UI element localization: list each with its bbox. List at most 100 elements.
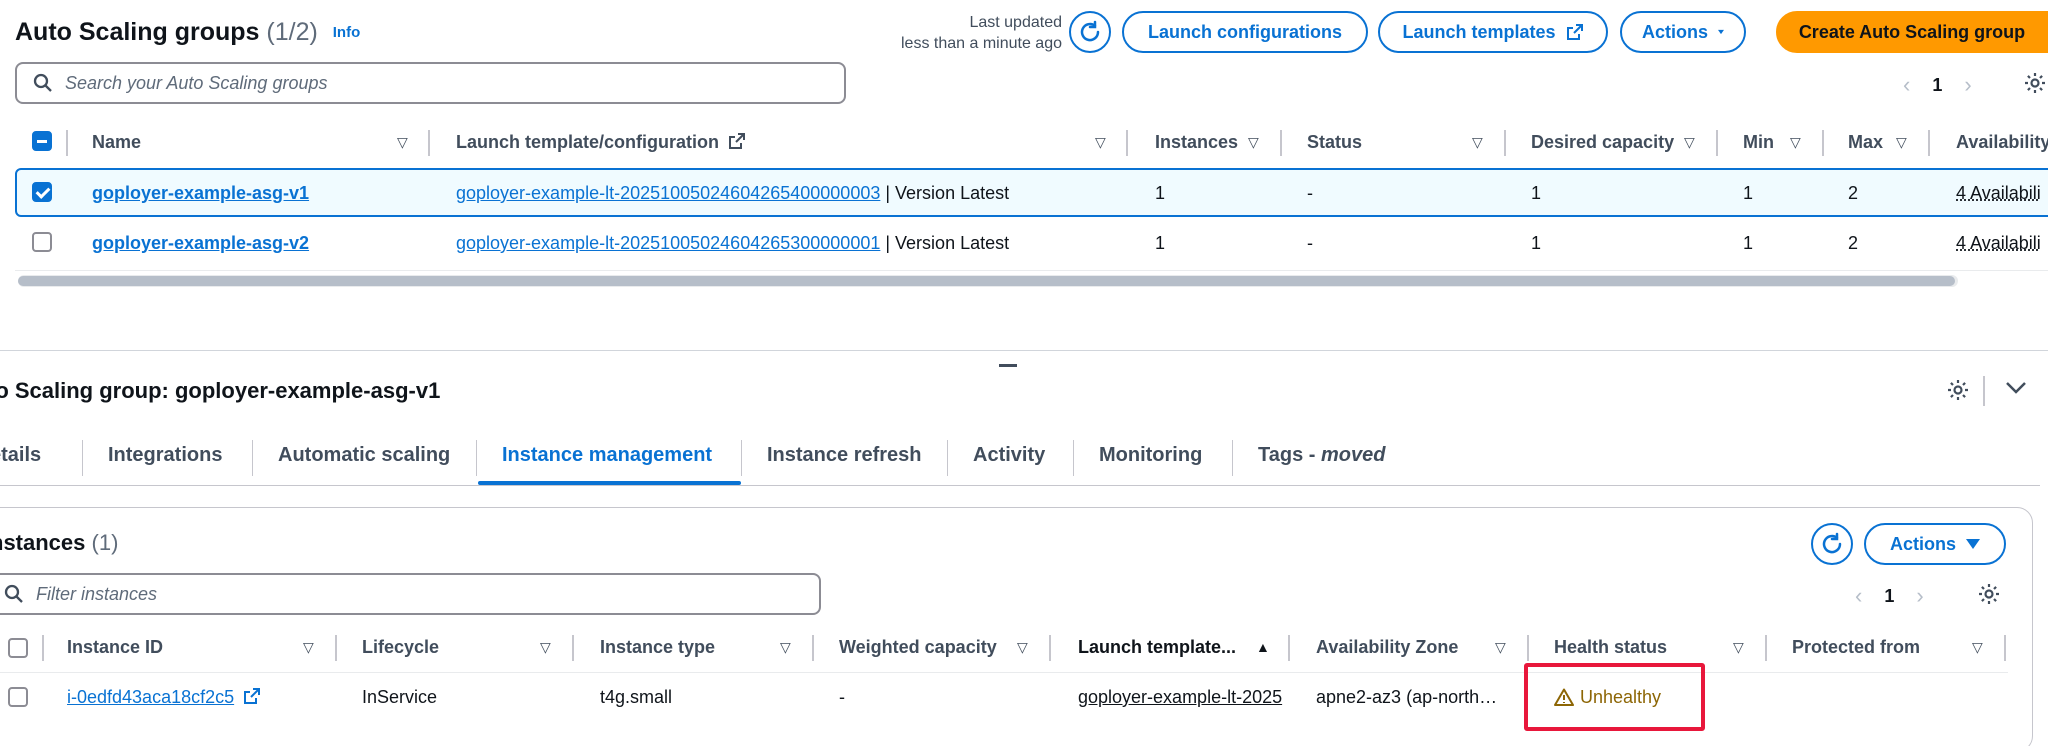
collapse-pane-button[interactable] bbox=[2005, 380, 2027, 401]
col-health-status[interactable]: Health status bbox=[1554, 637, 1667, 658]
asg-search-input[interactable] bbox=[65, 72, 795, 94]
refresh-button[interactable] bbox=[1069, 11, 1111, 53]
column-divider bbox=[572, 635, 574, 661]
select-all-checkbox[interactable] bbox=[8, 638, 28, 658]
column-divider bbox=[66, 130, 68, 156]
resize-handle[interactable] bbox=[999, 364, 1017, 367]
launch-templates-label: Launch templates bbox=[1402, 21, 1556, 42]
launch-template-link[interactable]: goployer-example-lt-20251005024604265300… bbox=[456, 233, 880, 253]
col-availability-zone[interactable]: Availability Zone bbox=[1316, 637, 1458, 658]
sort-icon[interactable]: ▽ bbox=[303, 639, 314, 656]
col-weighted-capacity[interactable]: Weighted capacity bbox=[839, 637, 997, 658]
external-link-icon bbox=[729, 133, 746, 149]
split-pane-border bbox=[0, 350, 2048, 351]
tab-divider bbox=[741, 440, 742, 476]
next-page-icon[interactable]: › bbox=[1916, 583, 1923, 609]
sort-icon[interactable]: ▽ bbox=[1733, 639, 1744, 656]
min-cell: 1 bbox=[1743, 233, 1754, 253]
actions-button[interactable]: Actions bbox=[1620, 11, 1746, 53]
instances-table-settings-button[interactable] bbox=[1977, 582, 2001, 611]
col-protected-from[interactable]: Protected from bbox=[1792, 637, 1920, 658]
instances-cell: 1 bbox=[1155, 233, 1166, 253]
instances-actions-button[interactable]: Actions bbox=[1864, 523, 2006, 565]
prev-page-icon[interactable]: ‹ bbox=[1903, 72, 1910, 98]
last-updated-value: less than a minute ago bbox=[901, 35, 1062, 52]
instances-filter bbox=[0, 573, 821, 615]
desired-capacity-cell: 1 bbox=[1531, 183, 1542, 203]
col-min[interactable]: Min bbox=[1743, 132, 1774, 153]
col-instance-type[interactable]: Instance type bbox=[600, 637, 715, 658]
sort-icon[interactable]: ▽ bbox=[540, 639, 551, 656]
col-availability[interactable]: Availability bbox=[1956, 132, 2048, 153]
col-launch-template[interactable]: Launch template/configuration bbox=[456, 132, 746, 153]
asg-table-settings-button[interactable] bbox=[2023, 71, 2047, 100]
prev-page-icon[interactable]: ‹ bbox=[1855, 583, 1862, 609]
asg-name-link[interactable]: goployer-example-asg-v1 bbox=[92, 183, 309, 204]
sort-icon[interactable]: ▽ bbox=[1495, 639, 1506, 656]
col-name[interactable]: Name bbox=[92, 132, 141, 153]
tab-automatic-scaling[interactable]: Automatic scaling bbox=[278, 444, 450, 467]
instances-container bbox=[0, 507, 2033, 746]
sort-icon[interactable]: ▽ bbox=[1972, 639, 1983, 656]
sort-icon[interactable]: ▽ bbox=[1472, 134, 1483, 151]
details-settings-button[interactable] bbox=[1946, 378, 1970, 407]
asg-pagination: ‹ 1 › bbox=[1903, 72, 1972, 98]
col-max[interactable]: Max bbox=[1848, 132, 1883, 153]
availability-cell[interactable]: 4 Availabili bbox=[1956, 183, 2041, 204]
create-asg-button[interactable]: Create Auto Scaling group bbox=[1776, 11, 2048, 53]
last-updated: Last updated less than a minute ago bbox=[901, 12, 1062, 54]
launch-template-link[interactable]: goployer-example-lt-20251005024604265400… bbox=[456, 183, 880, 203]
col-launch-template[interactable]: Launch template... bbox=[1078, 637, 1236, 658]
column-divider bbox=[1527, 635, 1529, 661]
asg-name-link[interactable]: goployer-example-asg-v2 bbox=[92, 233, 309, 254]
row-checkbox[interactable] bbox=[32, 182, 52, 202]
row-checkbox[interactable] bbox=[8, 687, 28, 707]
instances-filter-input[interactable] bbox=[36, 583, 770, 605]
next-page-icon[interactable]: › bbox=[1964, 72, 1971, 98]
select-all-checkbox[interactable] bbox=[32, 131, 52, 151]
launch-templates-button[interactable]: Launch templates bbox=[1378, 11, 1608, 53]
sort-icon[interactable]: ▽ bbox=[1017, 639, 1028, 656]
instances-pagination: ‹ 1 › bbox=[1855, 583, 1924, 609]
tab-monitoring[interactable]: Monitoring bbox=[1099, 444, 1202, 467]
availability-cell[interactable]: 4 Availabili bbox=[1956, 233, 2041, 254]
desired-capacity-cell: 1 bbox=[1531, 233, 1542, 253]
tab-tags[interactable]: Tags - moved bbox=[1258, 444, 1385, 467]
col-desired-capacity[interactable]: Desired capacity bbox=[1531, 132, 1674, 153]
sort-icon[interactable]: ▽ bbox=[397, 134, 408, 151]
highlight-box bbox=[1524, 663, 1705, 731]
launch-template-cell: goployer-example-lt-20251005024604265400… bbox=[456, 183, 1009, 204]
lifecycle-cell: InService bbox=[362, 687, 438, 707]
instance-id-link[interactable]: i-0edfd43aca18cf2c5 bbox=[67, 687, 234, 707]
row-checkbox[interactable] bbox=[32, 232, 52, 252]
sort-icon[interactable]: ▽ bbox=[1896, 134, 1907, 151]
instances-count: (1) bbox=[91, 530, 119, 555]
gear-icon bbox=[2025, 73, 2045, 93]
tab-details[interactable]: etails bbox=[0, 444, 41, 467]
launch-template-link[interactable]: goployer-example-lt-2025 bbox=[1078, 687, 1290, 708]
tab-instance-management[interactable]: Instance management bbox=[502, 444, 712, 467]
launch-configurations-button[interactable]: Launch configurations bbox=[1122, 11, 1368, 53]
sort-icon[interactable]: ▽ bbox=[1248, 134, 1259, 151]
current-page[interactable]: 1 bbox=[1884, 586, 1894, 607]
instances-refresh-button[interactable] bbox=[1811, 523, 1853, 565]
column-divider bbox=[1280, 130, 1282, 156]
tab-integrations[interactable]: Integrations bbox=[108, 444, 222, 467]
tab-activity[interactable]: Activity bbox=[973, 444, 1045, 467]
sort-icon[interactable]: ▽ bbox=[1684, 134, 1695, 151]
col-instances[interactable]: Instances bbox=[1155, 132, 1238, 153]
col-status[interactable]: Status bbox=[1307, 132, 1362, 153]
caret-down-icon bbox=[1966, 539, 1980, 549]
column-divider bbox=[1288, 635, 1290, 661]
col-instance-id[interactable]: Instance ID bbox=[67, 637, 163, 658]
sort-icon[interactable]: ▽ bbox=[1095, 134, 1106, 151]
sort-icon[interactable]: ▽ bbox=[1790, 134, 1801, 151]
current-page[interactable]: 1 bbox=[1932, 75, 1942, 96]
horizontal-scrollbar-thumb[interactable] bbox=[18, 276, 1955, 286]
column-divider bbox=[1126, 130, 1128, 156]
tab-instance-refresh[interactable]: Instance refresh bbox=[767, 444, 922, 467]
sort-icon[interactable]: ▽ bbox=[780, 639, 791, 656]
col-lifecycle[interactable]: Lifecycle bbox=[362, 637, 439, 658]
info-link[interactable]: Info bbox=[333, 24, 361, 41]
sort-ascending-icon[interactable]: ▲ bbox=[1256, 639, 1270, 655]
